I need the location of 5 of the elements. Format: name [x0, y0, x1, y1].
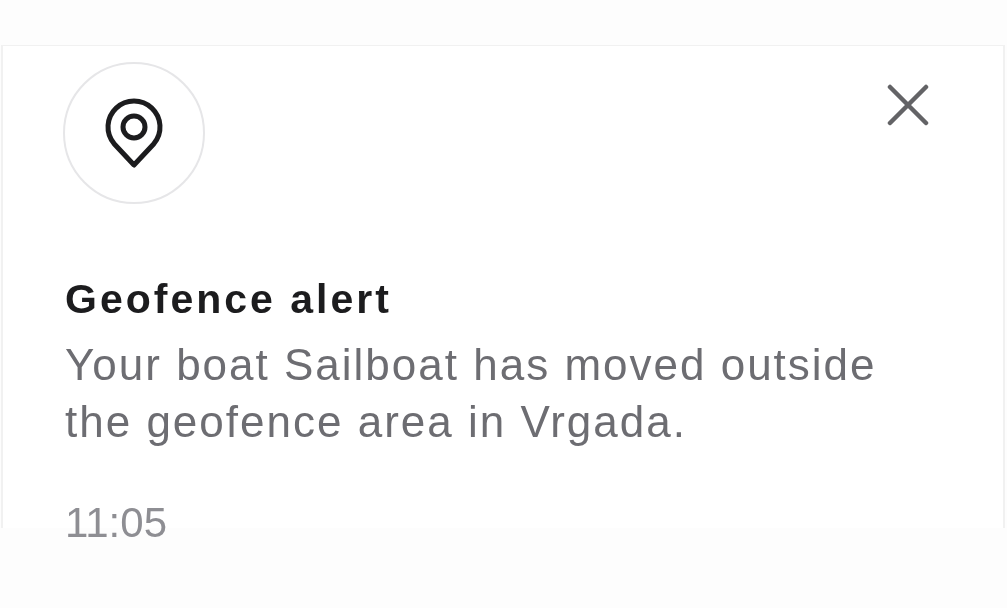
location-pin-icon: [63, 62, 205, 204]
notification-title: Geofence alert: [65, 275, 392, 323]
notification-time: 11:05: [65, 498, 167, 548]
close-icon: [887, 84, 929, 126]
notification-message: Your boat Sailboat has moved outside the geofence area in Vrgada.: [65, 339, 878, 448]
